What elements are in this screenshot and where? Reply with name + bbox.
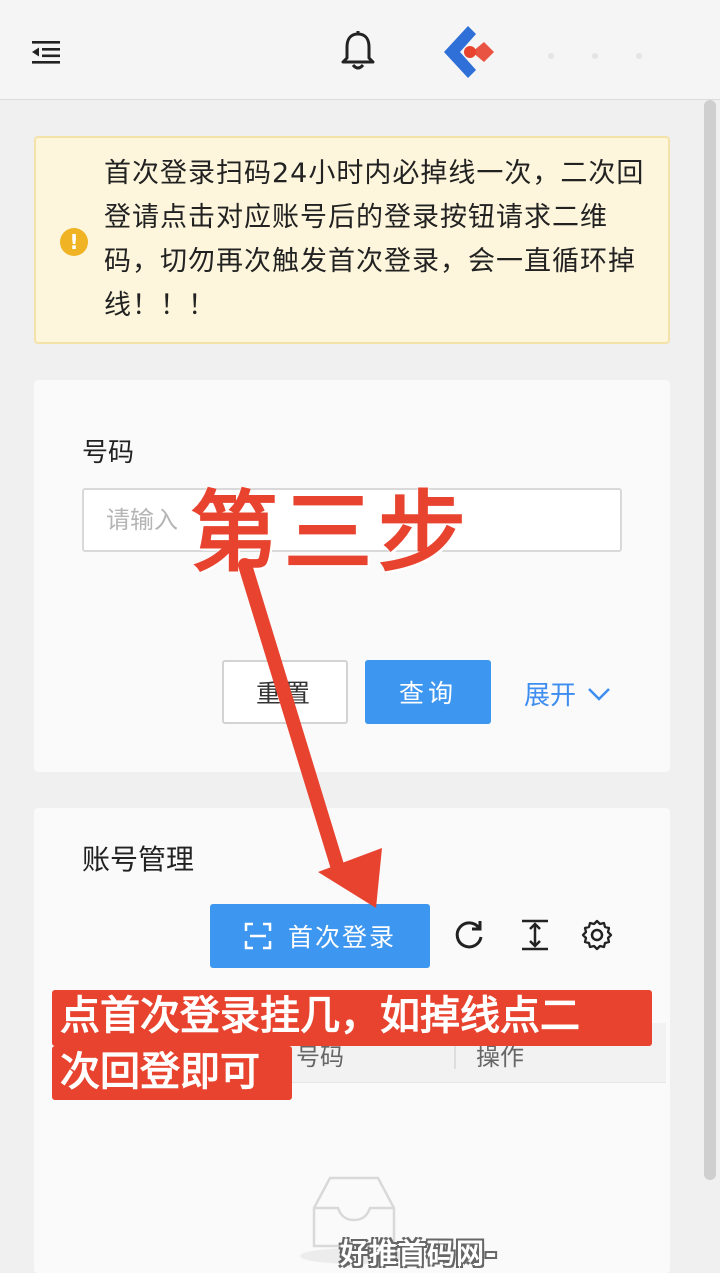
- warning-alert: ! 首次登录扫码24小时内必掉线一次，二次回登请点击对应账号后的登录按钮请求二维…: [34, 136, 670, 344]
- phone-field-label: 号码: [82, 438, 135, 468]
- alert-message: 首次登录扫码24小时内必掉线一次，二次回登请点击对应账号后的登录按钮请求二维码，…: [104, 158, 645, 321]
- watermark: 好推首码网-ht.bbs6666.com: [340, 1237, 607, 1273]
- reset-button[interactable]: 重置: [222, 660, 348, 724]
- step-label: 第三步: [190, 481, 473, 584]
- header-dots: [548, 44, 680, 63]
- top-bar: [0, 0, 720, 100]
- query-button[interactable]: 查询: [365, 660, 491, 724]
- first-login-label: 首次登录: [287, 923, 396, 952]
- refresh-icon[interactable]: [452, 918, 486, 952]
- menu-fold-icon[interactable]: [30, 38, 62, 66]
- expand-toggle[interactable]: 展开: [524, 675, 612, 712]
- instruction-banner-line2: 次回登即可: [52, 1046, 292, 1100]
- scrollbar[interactable]: [704, 100, 716, 1180]
- section-title: 账号管理: [82, 843, 195, 876]
- expand-label: 展开: [524, 681, 577, 711]
- first-login-button[interactable]: 首次登录: [210, 904, 430, 968]
- exclamation-icon: !: [60, 228, 88, 256]
- logo-icon: [444, 26, 494, 78]
- chevron-down-icon: [588, 687, 610, 701]
- scan-icon: [244, 922, 272, 950]
- instruction-banner-line1: 点首次登录挂几，如掉线点二: [52, 990, 652, 1046]
- bell-icon[interactable]: [338, 30, 378, 72]
- column-height-icon[interactable]: [518, 918, 552, 952]
- gear-icon[interactable]: [580, 918, 614, 952]
